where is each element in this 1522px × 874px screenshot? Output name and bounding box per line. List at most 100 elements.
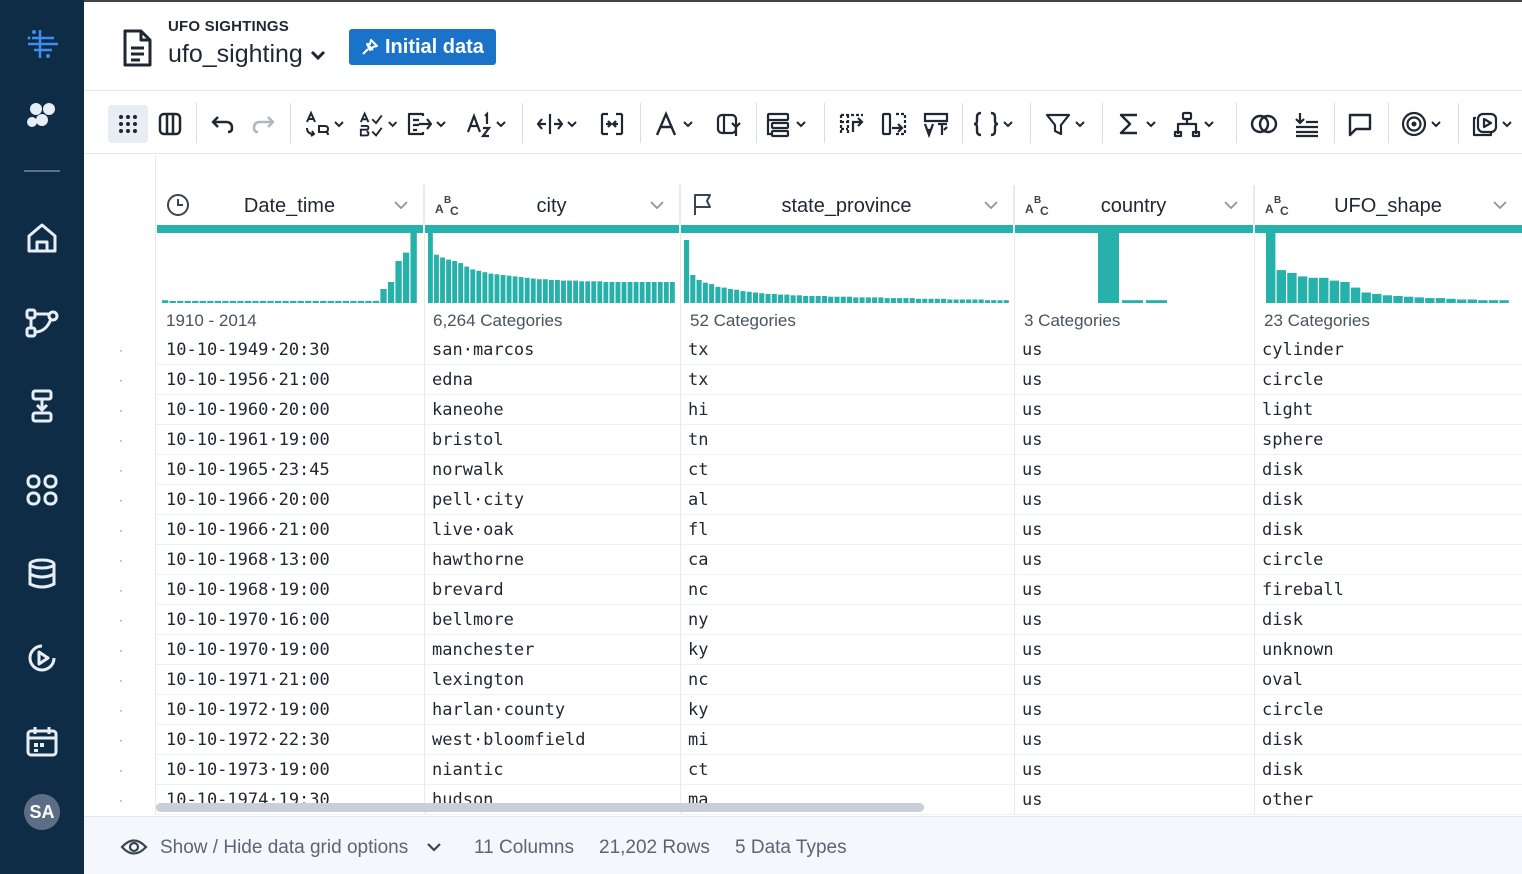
histogram-bar[interactable] bbox=[997, 300, 1003, 303]
cell-country[interactable]: us bbox=[1022, 545, 1042, 575]
histogram-bar[interactable] bbox=[651, 282, 657, 303]
histogram-bar[interactable] bbox=[1350, 287, 1361, 303]
histogram-bar[interactable] bbox=[585, 281, 591, 303]
histogram-bar[interactable] bbox=[1276, 270, 1287, 303]
histogram-bar[interactable] bbox=[897, 298, 903, 303]
cell-country[interactable]: us bbox=[1022, 335, 1042, 365]
histogram-bar[interactable] bbox=[621, 282, 627, 303]
row-handle[interactable]: · bbox=[119, 425, 123, 455]
histogram-bar[interactable] bbox=[561, 280, 566, 303]
histogram-bar[interactable] bbox=[297, 300, 304, 303]
cell-ufo-shape[interactable]: disk bbox=[1262, 485, 1303, 515]
cell-ufo-shape[interactable]: circle bbox=[1262, 695, 1323, 725]
histogram-bar[interactable] bbox=[941, 298, 947, 303]
histogram-bar[interactable] bbox=[567, 280, 572, 303]
histogram-bar[interactable] bbox=[947, 299, 953, 304]
row-handle[interactable]: · bbox=[119, 575, 123, 605]
cell-country[interactable]: us bbox=[1022, 755, 1042, 785]
histogram-bar[interactable] bbox=[615, 282, 621, 303]
column-header-city[interactable]: ABC city bbox=[424, 185, 680, 225]
histogram-bar[interactable] bbox=[162, 300, 169, 303]
cell-city[interactable]: manchester bbox=[432, 635, 534, 665]
histogram-bar[interactable] bbox=[482, 272, 488, 303]
histogram-bar[interactable] bbox=[727, 289, 733, 303]
histogram-bar[interactable] bbox=[909, 298, 915, 303]
histogram-bar[interactable] bbox=[169, 301, 176, 303]
cell-ufo-shape[interactable]: disk bbox=[1262, 605, 1303, 635]
histogram-bar[interactable] bbox=[252, 300, 259, 303]
histogram-bar[interactable] bbox=[267, 300, 274, 303]
histogram-bar[interactable] bbox=[828, 296, 834, 303]
cell-state-province[interactable]: mi bbox=[688, 725, 708, 755]
histogram-bar[interactable] bbox=[878, 297, 884, 303]
histogram-bar[interactable] bbox=[282, 300, 289, 303]
histogram-bar[interactable] bbox=[214, 300, 222, 303]
cell-state-province[interactable]: hi bbox=[688, 395, 708, 425]
transpose-button[interactable] bbox=[916, 105, 956, 143]
histogram-bar[interactable] bbox=[633, 282, 639, 303]
histogram-bar[interactable] bbox=[684, 240, 690, 303]
histogram-bar[interactable] bbox=[790, 295, 796, 303]
row-handle[interactable]: · bbox=[119, 485, 123, 515]
histogram-bar[interactable] bbox=[342, 300, 350, 303]
histogram-bar[interactable] bbox=[1446, 298, 1456, 303]
cell-country[interactable]: us bbox=[1022, 365, 1042, 395]
initial-data-badge[interactable]: Initial data bbox=[349, 29, 496, 65]
cell-state-province[interactable]: tn bbox=[688, 425, 708, 455]
row-handle[interactable]: · bbox=[119, 665, 123, 695]
histogram-bar[interactable] bbox=[290, 300, 297, 303]
histogram-bar[interactable] bbox=[928, 298, 934, 303]
histogram-bar[interactable] bbox=[555, 279, 560, 303]
histogram-bar[interactable] bbox=[446, 259, 451, 303]
histogram-bar[interactable] bbox=[966, 299, 972, 304]
cell-state-province[interactable]: tx bbox=[688, 335, 708, 365]
histogram-bar[interactable] bbox=[542, 279, 548, 303]
histogram-bar[interactable] bbox=[853, 297, 859, 303]
table-row[interactable]: 10-10-1966·21:00 live·oak fl us disk bbox=[156, 515, 1522, 545]
cell-date-time[interactable]: 10-10-1970·16:00 bbox=[166, 605, 330, 635]
histogram-bar[interactable] bbox=[809, 296, 815, 303]
histogram-bar[interactable] bbox=[1467, 299, 1477, 304]
cell-city[interactable]: brevard bbox=[432, 575, 504, 605]
histogram-bar[interactable] bbox=[746, 291, 752, 303]
histogram-bar[interactable] bbox=[327, 300, 334, 303]
play-circle-icon[interactable] bbox=[0, 630, 84, 686]
histogram-bar[interactable] bbox=[759, 293, 765, 303]
cell-ufo-shape[interactable]: other bbox=[1262, 785, 1313, 815]
histogram-bar[interactable] bbox=[512, 276, 518, 303]
cell-country[interactable]: us bbox=[1022, 785, 1042, 815]
cell-date-time[interactable]: 10-10-1949·20:30 bbox=[166, 335, 330, 365]
horizontal-scrollbar[interactable] bbox=[156, 803, 924, 812]
histogram-bar[interactable] bbox=[984, 300, 990, 303]
histogram-bar[interactable] bbox=[1340, 282, 1350, 303]
cell-state-province[interactable]: ct bbox=[688, 755, 708, 785]
cell-city[interactable]: norwalk bbox=[432, 455, 504, 485]
histogram-bar[interactable] bbox=[458, 263, 464, 303]
merge-columns-button[interactable] bbox=[592, 105, 632, 143]
cell-date-time[interactable]: 10-10-1966·20:00 bbox=[166, 485, 330, 515]
histogram-bar[interactable] bbox=[518, 277, 524, 303]
cell-city[interactable]: bellmore bbox=[432, 605, 514, 635]
cell-state-province[interactable]: ca bbox=[688, 545, 708, 575]
table-row[interactable]: 10-10-1972·19:00 harlan·county ky us circle bbox=[156, 695, 1522, 725]
histogram-bar[interactable] bbox=[834, 296, 840, 303]
cell-country[interactable]: us bbox=[1022, 635, 1042, 665]
cell-ufo-shape[interactable]: light bbox=[1262, 395, 1313, 425]
cell-ufo-shape[interactable]: fireball bbox=[1262, 575, 1344, 605]
table-row[interactable]: 10-10-1961·19:00 bristol tn us sphere bbox=[156, 425, 1522, 455]
histogram-bar[interactable] bbox=[1499, 300, 1509, 303]
histogram-bar[interactable] bbox=[771, 293, 777, 303]
histogram-bar[interactable] bbox=[603, 282, 609, 303]
histogram-bar[interactable] bbox=[645, 282, 651, 303]
histogram-bar[interactable] bbox=[530, 278, 536, 304]
cell-country[interactable]: us bbox=[1022, 425, 1042, 455]
sort-button[interactable] bbox=[358, 105, 398, 143]
histogram-bar[interactable] bbox=[991, 300, 997, 303]
branch-button[interactable] bbox=[1168, 105, 1220, 143]
column-header-state-province[interactable]: state_province bbox=[680, 185, 1014, 225]
histogram-bar[interactable] bbox=[259, 300, 267, 303]
cell-city[interactable]: west·bloomfield bbox=[432, 725, 586, 755]
histogram-bar[interactable] bbox=[1414, 297, 1424, 303]
row-handle[interactable]: · bbox=[119, 695, 123, 725]
table-row[interactable]: 10-10-1968·19:00 brevard nc us fireball bbox=[156, 575, 1522, 605]
